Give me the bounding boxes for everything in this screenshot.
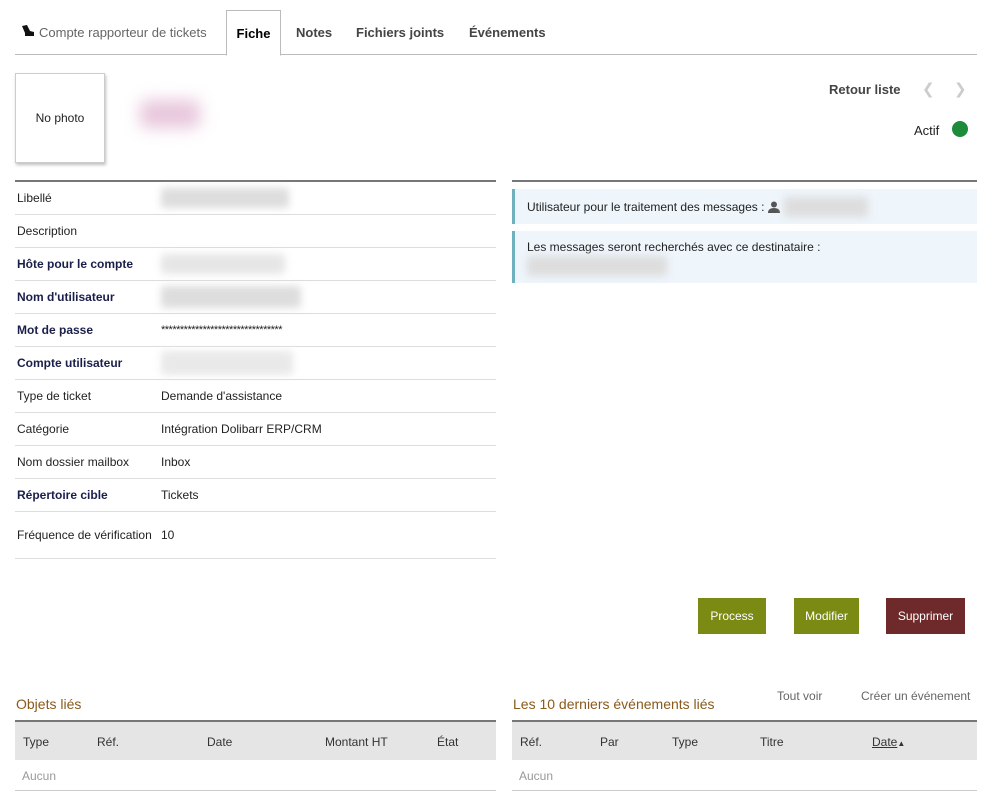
tab-label: Événements [469,25,546,40]
user-icon [768,201,781,213]
field-label: Catégorie [17,422,70,436]
photo-placeholder: No photo [15,73,105,163]
info-text: Utilisateur pour le traitement des messa… [527,199,765,214]
field-label: Description [17,224,78,238]
field-row-category: Catégorie Intégration Dolibarr ERP/CRM [15,413,496,446]
photo-placeholder-text: No photo [35,111,85,125]
field-value: 10 [161,528,175,542]
field-label: Libellé [17,191,52,205]
field-value: Demande d'assistance [161,389,283,403]
linked-objects-empty-row: Aucun [15,760,496,791]
field-row-ticket-type: Type de ticket Demande d'assistance [15,380,496,413]
recipient-info: Les messages seront recherchés avec ce d… [512,231,977,283]
ticket-icon [22,25,34,36]
field-label: Type de ticket [17,389,92,403]
tab-bar: Compte rapporteur de tickets Fiche Notes… [15,10,977,56]
column-header[interactable]: Par [600,722,619,762]
field-label: Mot de passe [17,323,94,337]
events-title: Les 10 derniers événements liés [513,696,715,712]
tab-label: Compte rapporteur de tickets [39,25,207,40]
empty-text: Aucun [519,769,554,783]
column-header[interactable]: Réf. [520,722,542,762]
tab-label: Fichiers joints [356,25,445,40]
record-ref-redacted [140,100,200,128]
column-header[interactable]: Titre [760,722,784,762]
field-value: Intégration Dolibarr ERP/CRM [161,422,322,436]
field-row-mailbox-folder: Nom dossier mailbox Inbox [15,446,496,479]
back-to-list-link[interactable]: Retour liste [829,82,901,97]
date-sort-header[interactable]: Date▲ [872,722,905,764]
field-label: Compte utilisateur [17,356,123,370]
tab-notes[interactable]: Notes [296,10,332,54]
linked-objects-title: Objets liés [16,696,82,712]
events-empty-row: Aucun [512,760,977,791]
status-label: Actif [914,123,940,138]
column-header[interactable]: État [437,722,458,762]
linked-objects-header: Type Réf. Date Montant HT État [15,720,496,760]
field-row-target-directory: Répertoire cible Tickets [15,479,496,512]
recipient-redacted [527,256,667,276]
see-all-events-link[interactable]: Tout voir [777,689,822,703]
field-value [161,248,285,280]
empty-text: Aucun [22,769,57,783]
field-row-host: Hôte pour le compte [15,248,496,281]
field-value [161,281,301,313]
tab-attachments[interactable]: Fichiers joints [356,10,444,54]
sort-asc-icon: ▲ [897,739,906,748]
field-row-user-account: Compte utilisateur [15,347,496,380]
tab-ticket-collector[interactable]: Compte rapporteur de tickets [21,10,207,54]
user-redacted [784,196,869,217]
fields-table: Libellé Description Hôte pour le compte … [15,180,496,559]
chevron-left-icon[interactable]: ❮ [922,80,935,98]
field-row-password: Mot de passe ***************************… [15,314,496,347]
field-label: Hôte pour le compte [17,257,134,271]
field-label: Nom d'utilisateur [17,290,115,304]
field-row-label: Libellé [15,182,496,215]
field-value [161,182,289,214]
column-header[interactable]: Type [23,722,49,762]
modify-button[interactable]: Modifier [794,598,859,634]
process-button[interactable]: Process [698,598,766,634]
tab-fiche[interactable]: Fiche [226,10,281,56]
field-label: Répertoire cible [17,488,108,502]
field-row-description: Description [15,215,496,248]
status-indicator [952,121,968,137]
info-text: Les messages seront recherchés avec ce d… [527,240,821,254]
column-header: Date [872,735,898,749]
column-header[interactable]: Date [207,722,232,762]
field-value: Tickets [161,488,199,502]
chevron-right-icon[interactable]: ❯ [954,80,967,98]
create-event-link[interactable]: Créer un événement [861,689,970,703]
field-row-frequency: Fréquence de vérification 10 [15,512,496,559]
processing-user-info: Utilisateur pour le traitement des messa… [512,189,977,224]
column-header[interactable]: Montant HT [325,722,388,762]
field-label: Nom dossier mailbox [17,455,130,469]
tab-events[interactable]: Événements [469,10,546,54]
field-label: Fréquence de vérification [17,528,152,542]
field-row-username: Nom d'utilisateur [15,281,496,314]
field-value: Inbox [161,455,191,469]
field-value [161,347,293,379]
tab-label: Notes [296,25,333,40]
column-header[interactable]: Réf. [97,722,119,762]
delete-button[interactable]: Supprimer [886,598,965,634]
field-value: ******************************** [161,324,282,336]
column-header[interactable]: Type [672,722,698,762]
info-divider [512,180,977,182]
events-header: Réf. Par Type Titre Date▲ [512,720,977,760]
tab-label: Fiche [236,26,271,41]
